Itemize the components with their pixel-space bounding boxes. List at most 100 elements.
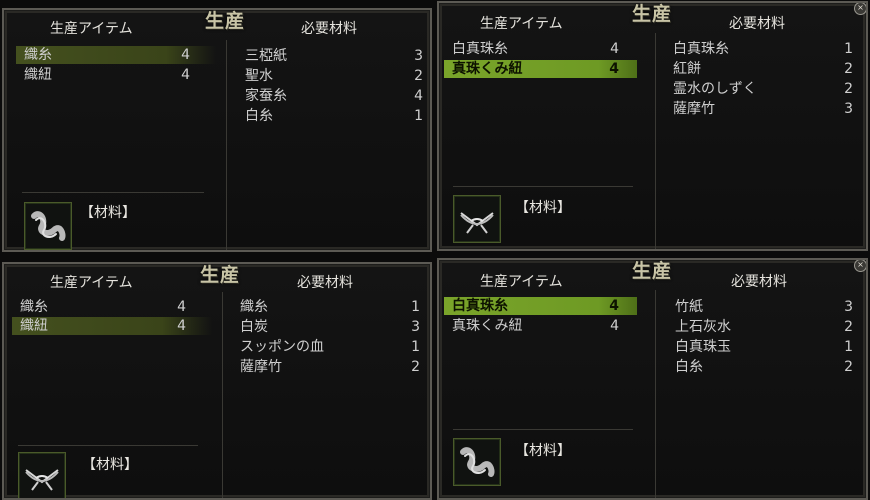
item-quantity: 4	[181, 67, 190, 83]
category-label: 【材料】	[515, 200, 571, 216]
material-quantity: 2	[844, 319, 853, 335]
production-panel-1: 生産 生産アイテム 必要材料 織糸 4 織紐 4 三椏紙 3 聖水 2 家蚕糸 …	[2, 8, 432, 252]
production-panel-2: 生産 × 生産アイテム 必要材料 白真珠糸 4 真珠くみ紐 4 白真珠糸 1 紅…	[437, 1, 868, 251]
item-row[interactable]: 白真珠糸 4	[444, 297, 637, 315]
material-quantity: 4	[414, 88, 423, 104]
material-quantity: 2	[844, 61, 853, 77]
item-quantity: 4	[177, 299, 186, 315]
material-name: 薩摩竹	[673, 101, 715, 117]
item-quantity: 4	[609, 61, 619, 77]
material-quantity: 1	[844, 339, 853, 355]
thread-skein-icon	[460, 447, 495, 477]
material-name: 家蚕糸	[245, 88, 287, 104]
column-divider	[226, 40, 227, 250]
material-name: 織糸	[240, 299, 268, 315]
material-name: 上石灰水	[675, 319, 731, 335]
materials-column-header: 必要材料	[731, 274, 787, 290]
panel-title: 生産	[632, 3, 673, 25]
materials-column-header: 必要材料	[301, 21, 357, 37]
item-row[interactable]: 織糸 4	[16, 46, 216, 64]
material-quantity: 2	[411, 359, 420, 375]
materials-column-header: 必要材料	[297, 275, 353, 291]
close-icon[interactable]: ×	[854, 260, 866, 272]
item-quantity: 4	[177, 318, 186, 334]
material-row: 三椏紙 3	[245, 46, 423, 66]
production-panel-4: 生産 × 生産アイテム 必要材料 白真珠糸 4 真珠くみ紐 4 竹紙 3 上石灰…	[437, 258, 868, 500]
item-row[interactable]: 織糸 4	[12, 298, 212, 316]
item-name: 織糸	[24, 47, 52, 63]
item-name: 真珠くみ紐	[452, 318, 523, 334]
braided-cord-icon	[25, 469, 59, 491]
material-row: 家蚕糸 4	[245, 86, 423, 106]
material-row: 紅餅 2	[673, 59, 853, 79]
column-divider	[655, 290, 656, 498]
material-row: 白真珠玉 1	[675, 337, 853, 357]
material-quantity: 1	[844, 41, 853, 57]
detail-divider	[22, 192, 204, 193]
material-row: 白糸 1	[245, 106, 423, 126]
material-name: 竹紙	[675, 299, 703, 315]
material-name: スッポンの血	[240, 339, 324, 355]
material-quantity: 3	[411, 319, 420, 335]
material-row: 白糸 2	[675, 357, 853, 377]
item-icon-slot	[453, 195, 501, 243]
materials-column-header: 必要材料	[729, 16, 785, 32]
material-row: 薩摩竹 3	[673, 99, 853, 119]
item-quantity: 4	[609, 298, 619, 314]
item-row[interactable]: 真珠くみ紐 4	[444, 60, 637, 78]
item-quantity: 4	[610, 41, 619, 57]
material-quantity: 3	[844, 101, 853, 117]
item-quantity: 4	[181, 47, 190, 63]
item-name: 白真珠糸	[452, 41, 508, 57]
material-row: 竹紙 3	[675, 297, 853, 317]
detail-divider	[18, 445, 198, 446]
item-row[interactable]: 織紐 4	[12, 317, 212, 335]
detail-divider	[453, 429, 633, 430]
item-row[interactable]: 白真珠糸 4	[444, 40, 644, 58]
material-name: 白糸	[245, 108, 273, 124]
material-row: 上石灰水 2	[675, 317, 853, 337]
panel-title: 生産	[205, 10, 246, 32]
material-row: 霊水のしずく 2	[673, 79, 853, 99]
item-name: 織糸	[20, 299, 48, 315]
item-column-header: 生産アイテム	[480, 16, 563, 32]
category-label: 【材料】	[515, 443, 571, 459]
item-name: 真珠くみ紐	[452, 61, 523, 77]
item-column-header: 生産アイテム	[50, 21, 133, 37]
material-name: 白真珠玉	[675, 339, 731, 355]
item-row[interactable]: 織紐 4	[16, 66, 216, 84]
material-row: 白真珠糸 1	[673, 39, 853, 59]
material-name: 霊水のしずく	[673, 81, 757, 97]
material-name: 白炭	[240, 319, 268, 335]
column-divider	[222, 292, 223, 498]
item-quantity: 4	[610, 318, 619, 334]
material-name: 三椏紙	[245, 48, 287, 64]
item-name: 織紐	[24, 67, 52, 83]
column-divider	[655, 33, 656, 249]
item-name: 白真珠糸	[452, 298, 508, 314]
material-name: 白真珠糸	[673, 41, 729, 57]
material-row: 織糸 1	[240, 297, 420, 317]
material-quantity: 1	[414, 108, 423, 124]
item-name: 織紐	[20, 318, 48, 334]
material-quantity: 1	[411, 299, 420, 315]
panel-title: 生産	[632, 260, 673, 282]
material-quantity: 2	[844, 359, 853, 375]
item-column-header: 生産アイテム	[50, 275, 133, 291]
material-name: 聖水	[245, 68, 273, 84]
item-icon-slot	[24, 202, 72, 250]
material-name: 薩摩竹	[240, 359, 282, 375]
material-row: 聖水 2	[245, 66, 423, 86]
material-quantity: 2	[844, 81, 853, 97]
material-row: 薩摩竹 2	[240, 357, 420, 377]
material-quantity: 3	[844, 299, 853, 315]
item-row[interactable]: 真珠くみ紐 4	[444, 317, 644, 335]
material-row: 白炭 3	[240, 317, 420, 337]
material-name: 白糸	[675, 359, 703, 375]
material-quantity: 1	[411, 339, 420, 355]
item-icon-slot	[453, 438, 501, 486]
close-icon[interactable]: ×	[854, 3, 866, 15]
material-quantity: 3	[414, 48, 423, 64]
material-quantity: 2	[414, 68, 423, 84]
panel-title: 生産	[200, 264, 241, 286]
